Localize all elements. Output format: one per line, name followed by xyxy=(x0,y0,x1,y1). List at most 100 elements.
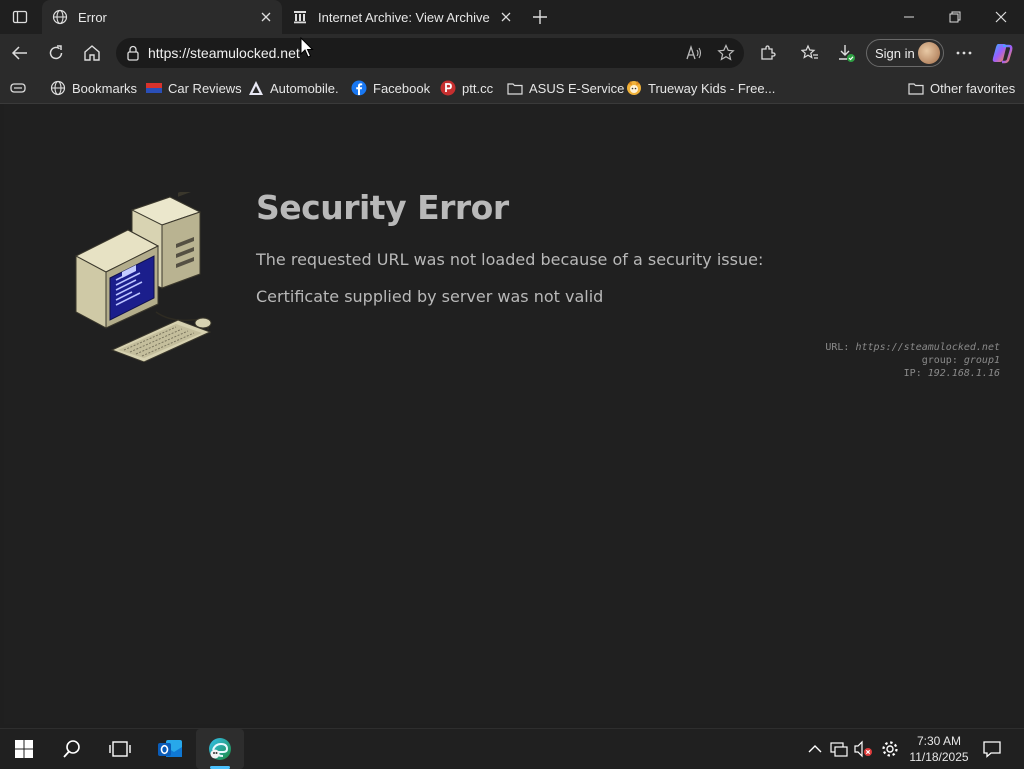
task-view-icon xyxy=(109,741,131,757)
back-arrow-icon xyxy=(11,46,27,60)
bookmark-label: ASUS E-Service xyxy=(529,80,625,96)
restore-button[interactable] xyxy=(932,0,978,34)
meta-ip-value: 192.168.1.16 xyxy=(927,368,1000,379)
meta-group: group: group1 xyxy=(922,355,1000,366)
volume-muted-icon xyxy=(854,740,872,758)
bookmark-label: Facebook xyxy=(373,80,431,96)
reading-list-button[interactable] xyxy=(10,78,32,98)
refresh-icon xyxy=(49,45,63,60)
meta-group-label: group: xyxy=(921,355,958,366)
flag-icon xyxy=(146,80,162,96)
sign-in-button[interactable]: Sign in xyxy=(866,39,944,67)
trueway-icon xyxy=(626,80,642,96)
bookmark-item[interactable]: Automobile. xyxy=(248,78,339,98)
close-icon xyxy=(995,11,1007,23)
edge-taskbar-button[interactable] xyxy=(196,729,244,769)
search-button[interactable] xyxy=(48,729,96,769)
other-favorites-folder[interactable]: Other favorites xyxy=(908,78,1015,98)
downloads-button[interactable] xyxy=(830,37,862,69)
clock-date: 11/18/2025 xyxy=(909,750,969,764)
bookmark-item[interactable]: Trueway Kids - Free... xyxy=(626,78,775,98)
page-title: Security Error xyxy=(256,188,509,227)
taskbar: 7:30 AM 11/18/2025 xyxy=(0,728,1024,769)
bookmark-label: Bookmarks xyxy=(72,80,138,96)
tab-title: Internet Archive: View Archive xyxy=(318,9,490,25)
bookmark-item[interactable]: Bookmarks xyxy=(50,78,137,98)
browser-toolbar: Sign in xyxy=(0,34,1024,72)
archive-icon xyxy=(292,9,308,25)
copilot-button[interactable] xyxy=(986,37,1018,69)
bookmark-item[interactable]: Car Reviews xyxy=(146,78,242,98)
show-hidden-icons-button[interactable] xyxy=(805,739,825,759)
extensions-button[interactable] xyxy=(752,37,784,69)
error-detail: Certificate supplied by server was not v… xyxy=(256,287,604,306)
favorites-button[interactable] xyxy=(794,37,826,69)
close-tab-icon[interactable] xyxy=(254,5,278,29)
refresh-button[interactable] xyxy=(40,37,72,69)
system-clock[interactable]: 7:30 AM 11/18/2025 xyxy=(904,733,974,765)
bookmark-label: Car Reviews xyxy=(168,80,242,96)
tab-actions-button[interactable] xyxy=(4,1,36,33)
bookmark-label: ptt.cc xyxy=(462,80,494,96)
triangle-logo-icon xyxy=(248,80,264,96)
notifications-button[interactable] xyxy=(982,739,1002,759)
meta-ip-label: IP: xyxy=(903,368,922,379)
home-icon xyxy=(84,45,100,61)
globe-icon xyxy=(50,80,66,96)
edge-icon xyxy=(209,738,231,760)
close-tab-icon[interactable] xyxy=(494,5,518,29)
volume-button[interactable] xyxy=(853,739,873,759)
copilot-icon xyxy=(992,44,1013,64)
favorites-list-icon xyxy=(801,44,818,59)
meta-group-value: group1 xyxy=(963,355,1000,366)
outlook-icon xyxy=(158,740,182,757)
computer-illustration-icon xyxy=(70,187,220,367)
outlook-taskbar-button[interactable] xyxy=(146,729,194,769)
minimize-icon xyxy=(904,16,914,18)
search-icon xyxy=(63,740,80,758)
more-dots-icon xyxy=(956,51,972,55)
tab-strip: Error Internet Archive: View Archive xyxy=(0,0,1024,34)
tab-title: Error xyxy=(78,9,107,25)
home-button[interactable] xyxy=(76,37,108,69)
bookmarks-bar: Bookmarks Car Reviews Automobile. Facebo… xyxy=(0,72,1024,104)
collections-icon xyxy=(10,80,26,96)
plus-icon xyxy=(533,10,547,24)
meta-url: URL: https://steamulocked.net xyxy=(825,342,1000,353)
address-bar[interactable] xyxy=(116,38,744,68)
globe-icon xyxy=(52,9,68,25)
clock-time: 7:30 AM xyxy=(916,734,962,748)
read-aloud-button[interactable] xyxy=(678,37,710,69)
back-button[interactable] xyxy=(4,37,36,69)
network-icon xyxy=(830,742,848,757)
task-view-button[interactable] xyxy=(96,729,144,769)
chevron-up-icon xyxy=(808,745,822,753)
read-aloud-icon xyxy=(686,44,702,60)
error-description: The requested URL was not loaded because… xyxy=(256,250,764,269)
url-input[interactable] xyxy=(148,45,668,61)
close-window-button[interactable] xyxy=(978,0,1024,34)
add-favorite-button[interactable] xyxy=(710,37,742,69)
bookmark-label: Automobile. xyxy=(270,80,339,96)
settings-tray-button[interactable] xyxy=(880,739,900,759)
minimize-button[interactable] xyxy=(886,0,932,34)
sign-in-label: Sign in xyxy=(875,45,915,61)
bookmark-folder[interactable]: ASUS E-Service xyxy=(507,78,624,98)
meta-ip: IP: 192.168.1.16 xyxy=(904,368,1000,379)
mouse-cursor-icon xyxy=(300,37,314,58)
bookmark-item[interactable]: ptt.cc xyxy=(440,78,493,98)
folder-icon xyxy=(908,80,924,96)
tab-internet-archive[interactable]: Internet Archive: View Archive xyxy=(282,0,522,34)
gear-icon xyxy=(882,741,898,757)
settings-more-button[interactable] xyxy=(948,37,980,69)
avatar xyxy=(918,42,940,64)
network-button[interactable] xyxy=(829,739,849,759)
new-tab-button[interactable] xyxy=(524,1,556,33)
start-button[interactable] xyxy=(0,729,48,769)
tab-error[interactable]: Error xyxy=(42,0,282,34)
bookmark-item[interactable]: Facebook xyxy=(351,78,430,98)
download-icon xyxy=(839,45,855,62)
p-logo-icon xyxy=(440,80,456,96)
site-info-icon[interactable] xyxy=(118,45,148,61)
tab-actions-icon xyxy=(12,10,28,24)
